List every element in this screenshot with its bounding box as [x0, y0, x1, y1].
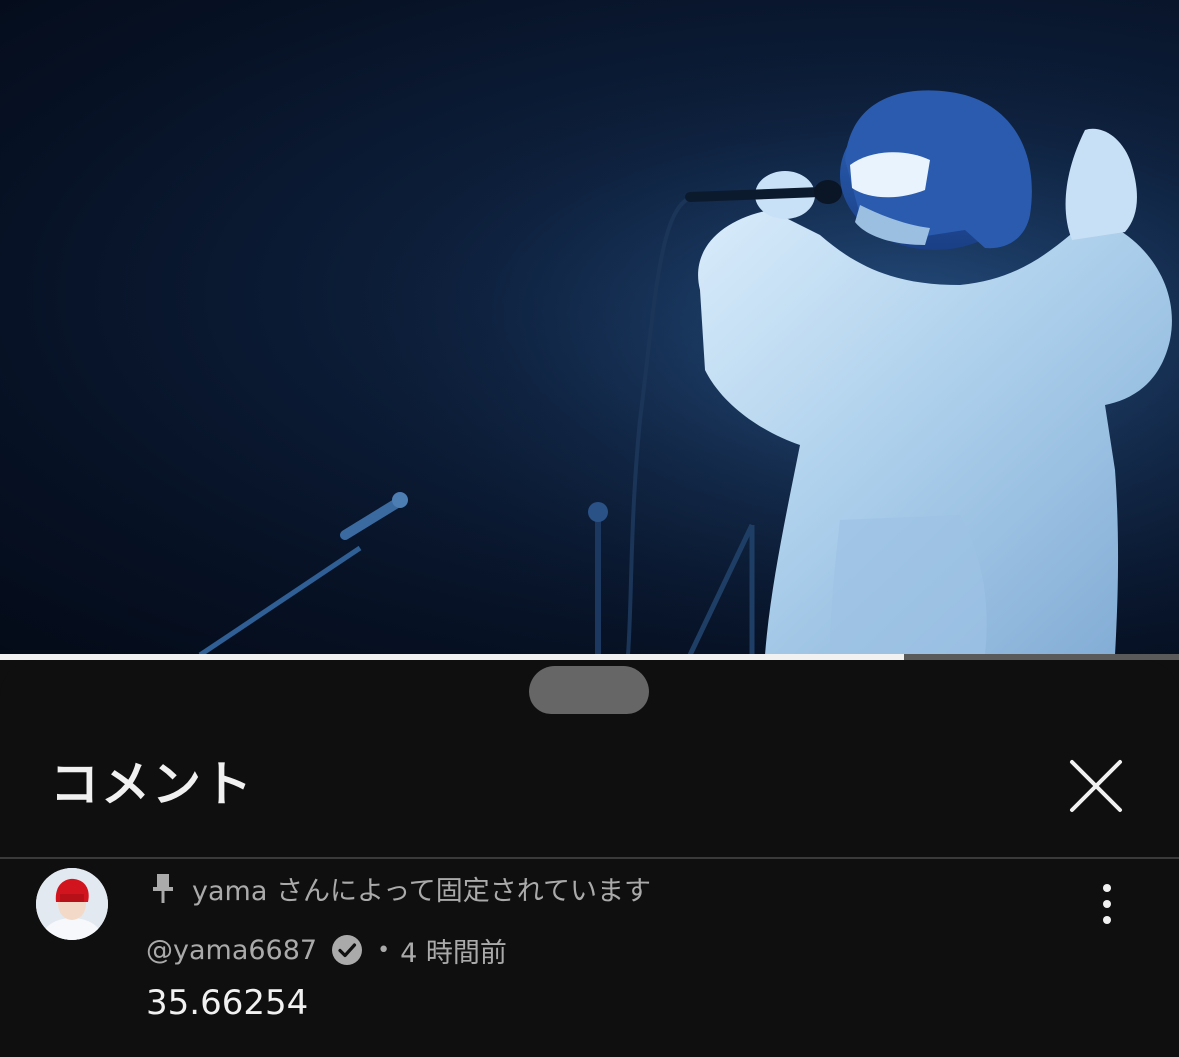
pinned-label: yama さんによって固定されています: [192, 875, 651, 907]
panel-title: コメント: [50, 756, 255, 813]
comment-more-button[interactable]: [1086, 882, 1128, 926]
close-icon: [1070, 760, 1122, 812]
video-frame-image: [0, 0, 1179, 655]
comment-meta-row: @yama6687 • 4 時間前: [146, 930, 507, 970]
comments-panel: コメント yama さんによって固定されています @yama6687 • 4 時…: [0, 660, 1179, 1057]
avatar[interactable]: [36, 868, 108, 940]
app-screen: コメント yama さんによって固定されています @yama6687 • 4 時…: [0, 0, 1179, 1057]
avatar-red-hair: [36, 868, 108, 940]
comment-time: 4 時間前: [400, 937, 507, 969]
verified-check-icon: [332, 935, 363, 965]
more-vertical-icon: [1103, 884, 1111, 924]
pin-icon: [153, 874, 173, 903]
panel-divider: [0, 857, 1179, 859]
close-button[interactable]: [1060, 752, 1130, 822]
comment-text: 35.66254: [146, 983, 309, 1023]
video-player[interactable]: [0, 0, 1179, 655]
drag-handle[interactable]: [529, 666, 649, 714]
meta-separator: •: [377, 937, 391, 963]
pinned-label-row: yama さんによって固定されています: [148, 868, 651, 908]
comment-author[interactable]: @yama6687: [146, 935, 317, 966]
